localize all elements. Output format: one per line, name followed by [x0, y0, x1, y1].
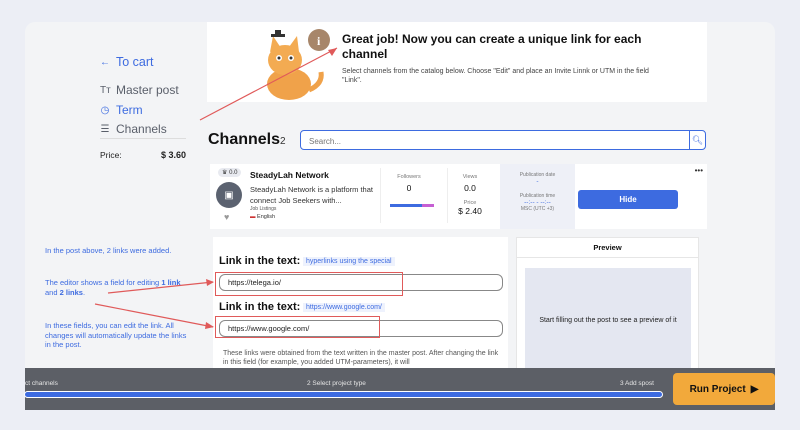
search-input[interactable] — [301, 132, 681, 151]
step-3[interactable]: 3 Add spost — [620, 380, 654, 387]
preview-placeholder: Start filling out the post to see a prev… — [525, 268, 691, 373]
banner-title: Great job! Now you can create a unique l… — [342, 32, 642, 61]
channels-count: 2 — [280, 136, 286, 147]
nav-item-channels[interactable]: ☰ Channels — [100, 119, 167, 139]
banner-subtitle: Select channels from the catalog below. … — [342, 68, 649, 84]
channel-category: Job Listings — [250, 206, 277, 212]
link1-hint: hyperlinks using the special — [303, 257, 395, 266]
price-summary: Price: $ 3.60 — [100, 150, 186, 160]
arrow-left-icon: ← — [100, 56, 110, 68]
run-project-button[interactable]: Run Project ▶ — [673, 373, 775, 405]
annotation-1: In the post above, 2 links were added. — [45, 246, 172, 255]
annotation-2: The editor shows a field for editing 1 l… — [45, 278, 181, 297]
preview-panel: Preview Start filling out the post to se… — [516, 237, 699, 373]
link1-highlight — [215, 272, 403, 296]
text-icon: Tт — [100, 84, 111, 96]
followers-bar-female — [422, 204, 434, 207]
channels-title: Channels — [208, 131, 281, 148]
link2-hint: https://www.google.com/ — [303, 303, 385, 312]
flag-icon: ▬ — [250, 214, 256, 220]
play-icon: ▶ — [750, 383, 759, 395]
timezone: MSC (UTC +3) — [520, 206, 555, 212]
clock-icon: ◷ — [100, 104, 110, 116]
channel-description: SteadyLah Network is a platform that con… — [250, 185, 373, 205]
success-banner: i Great job! Now you can create a unique… — [207, 22, 707, 102]
progress-bar — [25, 392, 662, 397]
channel-search: 🔍︎ — [300, 130, 706, 151]
project-steps-bar: ct channels 2 Select project type 3 Add … — [25, 368, 775, 410]
step-1[interactable]: ct channels — [25, 380, 58, 387]
price-stat: Price $ 2.40 — [458, 200, 482, 216]
views-stat: Views 0.0 — [462, 174, 478, 193]
channel-name[interactable]: SteadyLah Network — [250, 170, 329, 180]
link1-title: Link in the text: — [219, 255, 301, 267]
channel-avatar: ▣ — [216, 182, 242, 208]
rating-badge: ♛ 0.0 — [218, 168, 242, 177]
image-icon: ▣ — [224, 189, 234, 201]
editor-note: These links were obtained from the text … — [223, 350, 499, 366]
nav-divider — [100, 138, 186, 139]
more-options-icon[interactable]: ••• — [695, 166, 703, 175]
to-cart-link[interactable]: ← To cart — [100, 52, 154, 72]
nav-item-term[interactable]: ◷ Term — [100, 100, 143, 120]
annotation-3: In these fields, you can edit the link. … — [45, 321, 187, 349]
publication-date: - — [536, 178, 539, 185]
channel-language: ▬ English — [250, 214, 276, 220]
hide-button[interactable]: Hide — [578, 190, 678, 209]
channel-row: ♛ 0.0 ▣ ♥ SteadyLah Network SteadyLah Ne… — [210, 164, 707, 229]
followers-stat: Followers 0 — [397, 174, 421, 193]
total-price: $ 3.60 — [160, 150, 186, 160]
step-2[interactable]: 2 Select project type — [307, 380, 366, 387]
list-icon: ☰ — [100, 123, 110, 135]
link2-highlight — [215, 316, 380, 338]
preview-title: Preview — [517, 238, 698, 258]
link-editor: Link in the text: hyperlinks using the s… — [213, 237, 508, 372]
search-icon: 🔍︎ — [691, 134, 704, 145]
favorite-heart-icon[interactable]: ♥ — [224, 212, 229, 222]
cat-illustration: i — [267, 29, 330, 100]
trophy-icon: ♛ — [222, 170, 228, 176]
publication-info: Publication date - Publication time --:-… — [500, 164, 575, 229]
link2-title: Link in the text: — [219, 301, 301, 313]
publication-time: --:-- - --:-- — [524, 199, 551, 206]
search-button[interactable]: 🔍︎ — [689, 131, 705, 149]
nav-item-master-post[interactable]: Tт Master post — [100, 80, 179, 100]
divider — [380, 168, 381, 223]
